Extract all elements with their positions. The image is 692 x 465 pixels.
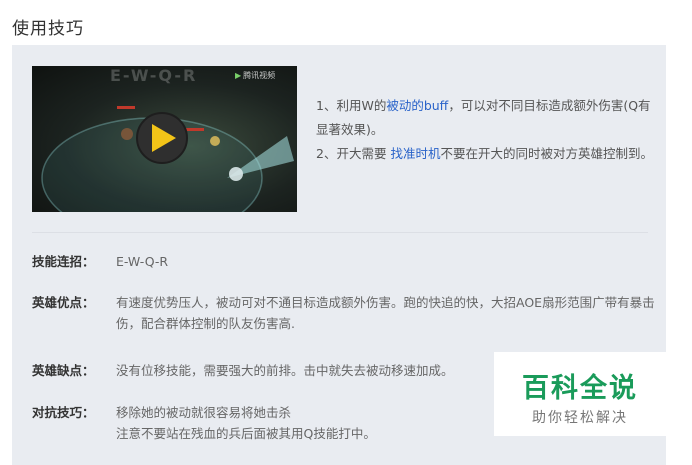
combo-overlay-text: E-W-Q-R <box>110 66 198 85</box>
tip2-suffix: 不要在开大的同时被对方英雄控制到。 <box>440 146 653 161</box>
brand-logo-icon: ▶ <box>235 71 242 80</box>
row-label: 英雄优点： <box>32 295 95 310</box>
tip2-highlight-link[interactable]: 找准时机 <box>390 146 440 161</box>
row-value-line1: 移除她的被动就很容易将她击杀 <box>116 405 292 420</box>
row-label: 技能连招： <box>32 254 95 269</box>
tip1-prefix: 1、利用W的 <box>316 98 387 113</box>
play-button[interactable] <box>136 112 188 164</box>
video-brand: ▶ 腾讯视频 <box>235 70 275 81</box>
divider <box>32 232 648 233</box>
video-brand-text: 腾讯视频 <box>243 71 276 80</box>
row-value: 有速度优势压人，被动可对不通目标造成额外伤害。跑的快追的快，大招AOE扇形范围广… <box>116 295 655 331</box>
video-thumbnail[interactable]: E-W-Q-R ▶ 腾讯视频 <box>32 66 297 212</box>
row-value-line2: 注意不要站在残血的兵后面被其用Q技能打中。 <box>116 426 376 441</box>
row-label: 对抗技巧： <box>32 405 95 420</box>
watermark-title: 百科全说 <box>522 373 638 404</box>
video-scene <box>41 106 294 212</box>
tips-text: 1、利用W的被动的buff，可以对不同目标造成额外伤害(Q有显著效果)。 2、开… <box>316 94 661 166</box>
watermark: 百科全说 助你轻松解决 <box>494 352 666 436</box>
section-title: 使用技巧 <box>12 19 84 39</box>
watermark-subtitle: 助你轻松解决 <box>532 410 628 426</box>
tip1-highlight-link[interactable]: 被动的buff <box>386 98 448 113</box>
tip2-prefix: 2、开大需要 <box>316 146 391 161</box>
row-value: E-W-Q-R <box>116 254 169 269</box>
row-label: 英雄缺点： <box>32 363 95 378</box>
